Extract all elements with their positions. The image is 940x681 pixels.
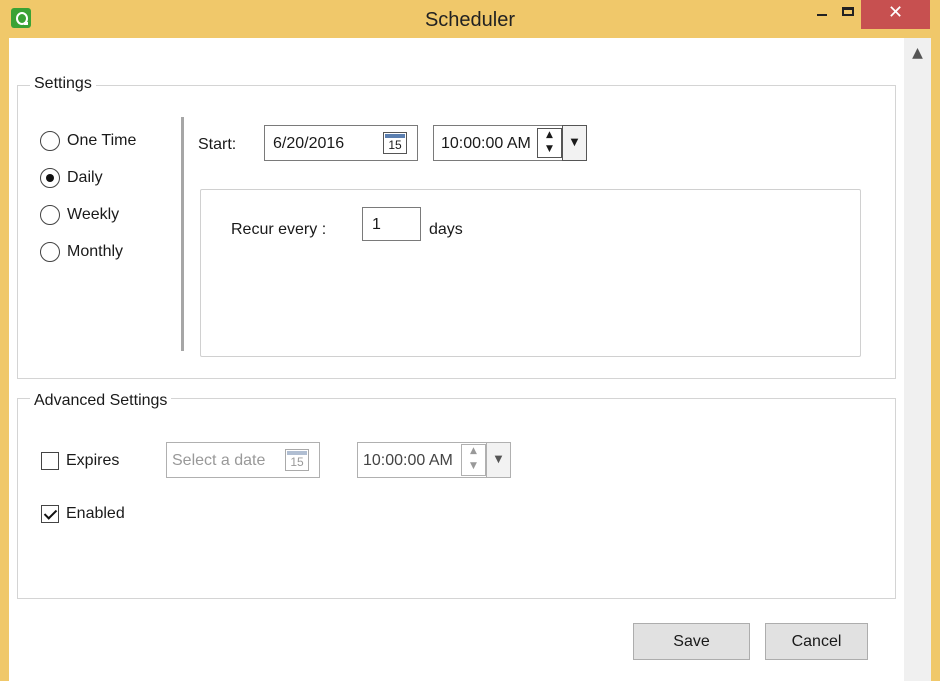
spin-up-icon[interactable]: ▲ — [538, 130, 561, 144]
chevron-down-icon: ▼ — [570, 137, 579, 148]
expires-date-placeholder: Select a date — [172, 452, 266, 469]
start-time-spinner[interactable]: ▲ ▼ — [537, 128, 562, 158]
expires-time-spinner[interactable]: ▲ ▼ — [461, 444, 486, 476]
radio-daily-label[interactable]: Daily — [67, 168, 103, 188]
cancel-button[interactable]: Cancel — [765, 623, 868, 660]
enabled-label[interactable]: Enabled — [66, 504, 125, 524]
calendar-icon[interactable]: 15 — [285, 449, 309, 471]
vertical-scrollbar[interactable] — [904, 38, 931, 681]
close-icon: ✕ — [887, 2, 904, 23]
recur-unit-label: days — [429, 221, 463, 238]
expires-time-value: 10:00:00 AM — [363, 452, 453, 469]
radio-monthly-label[interactable]: Monthly — [67, 242, 123, 262]
start-time-value: 10:00:00 AM — [441, 135, 531, 152]
spin-down-icon[interactable]: ▼ — [462, 461, 485, 476]
radio-daily[interactable] — [40, 168, 60, 188]
chevron-down-icon: ▼ — [494, 454, 503, 465]
spin-up-icon[interactable]: ▲ — [462, 446, 485, 461]
close-button[interactable]: ✕ — [861, 0, 930, 29]
advanced-settings-legend: Advanced Settings — [30, 391, 172, 411]
radio-one-time-label[interactable]: One Time — [67, 131, 136, 151]
chevron-up-icon: ▲ — [912, 45, 923, 61]
recurrence-panel — [200, 189, 861, 357]
save-button[interactable]: Save — [633, 623, 750, 660]
recur-every-value: 1 — [372, 216, 381, 233]
expires-checkbox[interactable] — [41, 452, 59, 470]
spin-down-icon[interactable]: ▼ — [538, 144, 561, 158]
window-title: Scheduler — [424, 9, 516, 31]
start-date-picker[interactable]: 6/20/2016 15 — [264, 125, 418, 161]
expires-label[interactable]: Expires — [66, 451, 119, 471]
recur-every-label: Recur every : — [231, 221, 327, 238]
enabled-checkbox[interactable] — [41, 505, 59, 523]
radio-weekly-label[interactable]: Weekly — [67, 205, 119, 225]
settings-legend: Settings — [30, 74, 96, 94]
start-label: Start: — [198, 136, 237, 153]
calendar-icon[interactable]: 15 — [383, 132, 407, 154]
radio-weekly[interactable] — [40, 205, 60, 225]
recur-every-input[interactable]: 1 — [362, 207, 421, 241]
radio-one-time[interactable] — [40, 131, 60, 151]
start-date-value: 6/20/2016 — [273, 135, 345, 152]
advanced-settings-group — [17, 398, 896, 599]
expires-time-dropdown-button[interactable]: ▼ — [486, 442, 511, 478]
radio-monthly[interactable] — [40, 242, 60, 262]
scroll-up-button[interactable]: ▲ — [904, 40, 931, 66]
vertical-divider — [181, 117, 184, 351]
expires-date-picker[interactable]: Select a date 15 — [166, 442, 320, 478]
start-time-dropdown-button[interactable]: ▼ — [562, 125, 587, 161]
